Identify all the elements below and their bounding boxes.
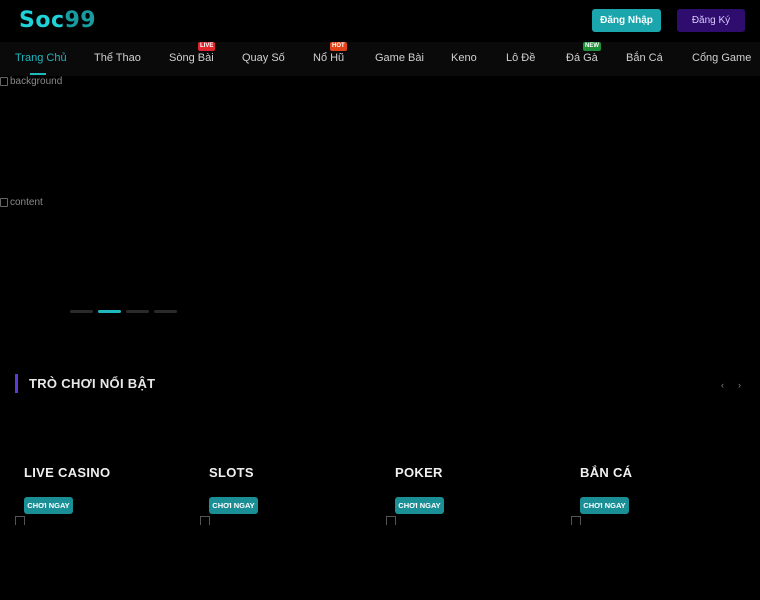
site-header: Soc99 Đăng Nhập Đăng Ký [0, 0, 760, 42]
game-card-title: SLOTS [209, 465, 254, 480]
nav-item-label: Đá Gà [566, 52, 598, 64]
nav-item-label: Thể Thao [94, 52, 141, 64]
hot-badge: HOT [330, 42, 347, 51]
game-card-slots[interactable]: SLOTS CHƠI NGAY [200, 465, 360, 525]
carousel-dot-active[interactable] [98, 310, 121, 313]
nav-item-casino[interactable]: Sòng Bài LIVE [169, 42, 216, 64]
broken-image-icon [571, 516, 581, 525]
logo-number: 99 [64, 8, 97, 33]
carousel-dot[interactable] [154, 310, 177, 313]
nav-item-label: Trang Chủ [15, 52, 67, 64]
banner-background-image: background [0, 76, 62, 87]
nav-item-home[interactable]: Trang Chủ [15, 52, 67, 64]
nav-item-label: Game Bài [375, 52, 424, 64]
nav-active-indicator [30, 73, 46, 75]
nav-item-keno[interactable]: Keno [451, 52, 477, 64]
logo-text: Soc [19, 8, 65, 33]
play-now-button[interactable]: CHƠI NGAY [395, 497, 444, 514]
banner-content-image: content [0, 197, 43, 208]
game-card-title: LIVE CASINO [24, 465, 111, 480]
play-now-button[interactable]: CHƠI NGAY [580, 497, 629, 514]
nav-item-lode[interactable]: Lô Đề [506, 52, 535, 64]
nav-item-cockfight[interactable]: Đá Gà NEW [566, 42, 601, 64]
register-button[interactable]: Đăng Ký [677, 9, 745, 32]
nav-item-fishing[interactable]: Bắn Cá [626, 52, 663, 64]
nav-item-sports[interactable]: Thể Thao [94, 52, 141, 64]
new-badge: NEW [583, 42, 601, 51]
game-card-title: POKER [395, 465, 443, 480]
login-button[interactable]: Đăng Nhập [592, 9, 661, 32]
image-alt-text: content [10, 197, 43, 208]
featured-games-title: TRÒ CHƠI NỔI BẬT [15, 374, 155, 393]
broken-image-icon [15, 516, 25, 525]
carousel-pagination [70, 310, 177, 313]
nav-item-game-portal[interactable]: Cổng Game [692, 52, 751, 64]
chevron-left-icon[interactable]: ‹ [716, 378, 729, 391]
live-badge: LIVE [198, 42, 216, 51]
featured-navigation: ‹ › [716, 378, 746, 391]
nav-item-jackpot[interactable]: Nổ Hũ HOT [313, 42, 347, 64]
nav-item-card-games[interactable]: Game Bài [375, 52, 424, 64]
nav-item-label: Quay Số [242, 52, 285, 64]
carousel-dot[interactable] [70, 310, 93, 313]
carousel-dot[interactable] [126, 310, 149, 313]
nav-item-label: Sòng Bài [169, 52, 214, 64]
broken-image-icon [200, 516, 210, 525]
nav-item-label: Lô Đề [506, 52, 536, 64]
nav-item-lottery[interactable]: Quay Số [242, 52, 285, 64]
game-card-live-casino[interactable]: LIVE CASINO CHƠI NGAY [15, 465, 175, 525]
game-card-title: BẮN CÁ [580, 465, 633, 480]
nav-item-label: Keno [451, 52, 477, 64]
image-alt-text: background [10, 76, 63, 87]
main-nav: Trang Chủ Thể Thao Sòng Bài LIVE Quay Số … [0, 42, 760, 76]
broken-image-icon [0, 77, 8, 86]
site-logo[interactable]: Soc99 [19, 8, 96, 33]
broken-image-icon [0, 198, 8, 207]
nav-item-label: Cổng Game [692, 52, 752, 64]
play-now-button[interactable]: CHƠI NGAY [24, 497, 73, 514]
game-card-fishing[interactable]: BẮN CÁ CHƠI NGAY [571, 465, 731, 525]
play-now-button[interactable]: CHƠI NGAY [209, 497, 258, 514]
nav-item-label: Bắn Cá [626, 52, 663, 64]
nav-item-label: Nổ Hũ [313, 52, 345, 64]
game-card-poker[interactable]: POKER CHƠI NGAY [386, 465, 546, 525]
broken-image-icon [386, 516, 396, 525]
chevron-right-icon[interactable]: › [733, 378, 746, 391]
